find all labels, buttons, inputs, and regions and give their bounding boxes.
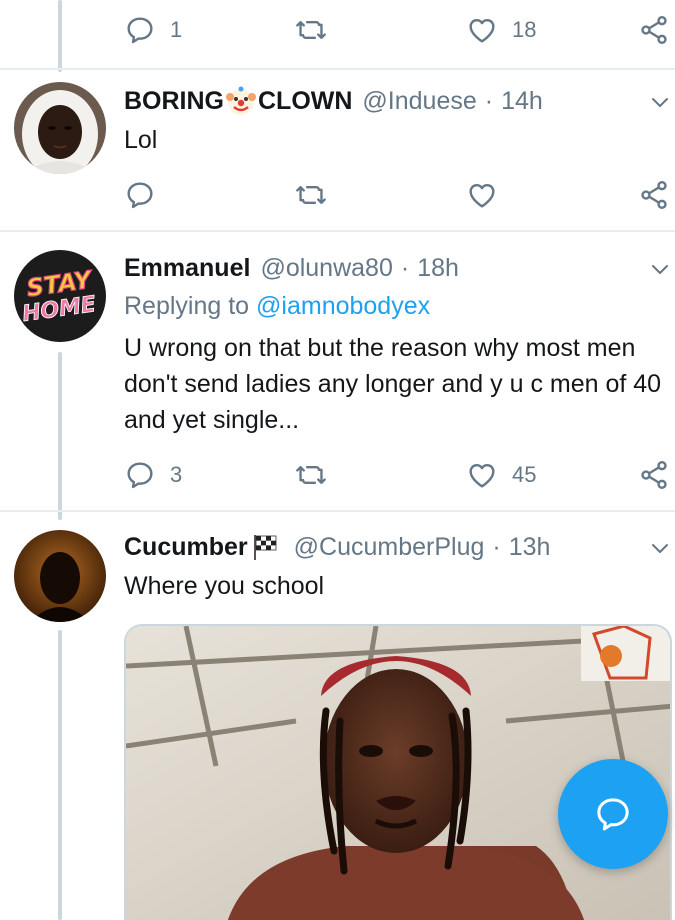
- compose-reply-button[interactable]: [558, 759, 668, 869]
- compose-reply-icon: [597, 798, 629, 831]
- clown-face-emoji: [226, 86, 256, 115]
- divider: [0, 510, 675, 512]
- heart-icon: [469, 183, 495, 208]
- avatar[interactable]: [14, 82, 106, 174]
- like-count: 18: [512, 17, 537, 42]
- thread-line: [58, 0, 62, 72]
- share-button[interactable]: [638, 10, 670, 50]
- display-name[interactable]: BORING: [124, 87, 224, 116]
- share-icon: [641, 16, 667, 44]
- tweet-header: Cucumber @CucumberPlug · 13h: [124, 531, 550, 563]
- like-button[interactable]: [466, 175, 498, 215]
- tweet-text: Lol: [124, 126, 158, 154]
- share-button[interactable]: [638, 455, 670, 495]
- avatar[interactable]: [14, 530, 106, 622]
- thread-line: [58, 352, 62, 520]
- like-button[interactable]: 45: [466, 455, 536, 495]
- reply-count: 3: [170, 462, 183, 487]
- chevron-down-icon[interactable]: [648, 536, 672, 560]
- mention-link[interactable]: @iamnobodyex: [256, 292, 430, 320]
- like-count: 45: [512, 462, 537, 487]
- tweet-text: Where you school: [124, 572, 325, 600]
- reply-icon: [127, 17, 153, 44]
- display-name-suffix[interactable]: CLOWN: [258, 87, 352, 116]
- tweet-actions: 1 18: [124, 10, 667, 50]
- retweet-button[interactable]: [294, 175, 328, 215]
- separator-dot: ·: [492, 532, 501, 561]
- tweet-header: BORING CLOWN @Induese · 14h: [124, 85, 543, 117]
- heart-icon: [469, 18, 495, 43]
- display-name[interactable]: Cucumber: [124, 533, 248, 562]
- chevron-down-icon[interactable]: [648, 90, 672, 114]
- thread-line: [58, 630, 62, 920]
- reply-icon: [127, 462, 153, 489]
- avatar[interactable]: STAY HOME: [14, 250, 106, 342]
- retweet-icon: [296, 20, 326, 40]
- user-handle[interactable]: @CucumberPlug: [294, 533, 485, 562]
- like-button[interactable]: 18: [466, 10, 536, 50]
- divider: [0, 230, 675, 232]
- reply-count: 1: [170, 17, 183, 42]
- retweet-button[interactable]: [294, 455, 328, 495]
- heart-icon: [469, 463, 495, 488]
- share-button[interactable]: [638, 175, 670, 215]
- retweet-icon: [296, 185, 326, 205]
- replying-to-label: Replying to: [124, 292, 257, 320]
- share-icon: [641, 181, 667, 209]
- tweet-header: Emmanuel @olunwa80 · 18h: [124, 252, 459, 284]
- tweet-actions: [124, 175, 667, 215]
- user-handle[interactable]: @Induese: [362, 87, 476, 116]
- separator-dot: ·: [400, 253, 410, 282]
- reply-icon: [127, 182, 153, 209]
- retweet-icon: [296, 465, 326, 485]
- reply-button[interactable]: 1: [124, 10, 182, 50]
- divider: [0, 68, 675, 70]
- timestamp[interactable]: 18h: [417, 254, 459, 283]
- reply-button[interactable]: [124, 175, 156, 215]
- separator-dot: ·: [484, 86, 494, 115]
- chevron-down-icon[interactable]: [648, 257, 672, 281]
- tweet-text: U wrong on that but the reason why most …: [124, 334, 662, 434]
- share-icon: [641, 461, 667, 489]
- chequered-flag-emoji: [253, 535, 277, 560]
- display-name[interactable]: Emmanuel: [124, 254, 250, 283]
- retweet-button[interactable]: [294, 10, 328, 50]
- timestamp[interactable]: 13h: [509, 533, 551, 562]
- timestamp[interactable]: 14h: [501, 87, 543, 116]
- reply-button[interactable]: 3: [124, 455, 182, 495]
- tweet-actions: 3 45: [124, 455, 667, 495]
- user-handle[interactable]: @olunwa80: [260, 254, 392, 283]
- replying-to: Replying to @iamnobodyex: [124, 292, 430, 321]
